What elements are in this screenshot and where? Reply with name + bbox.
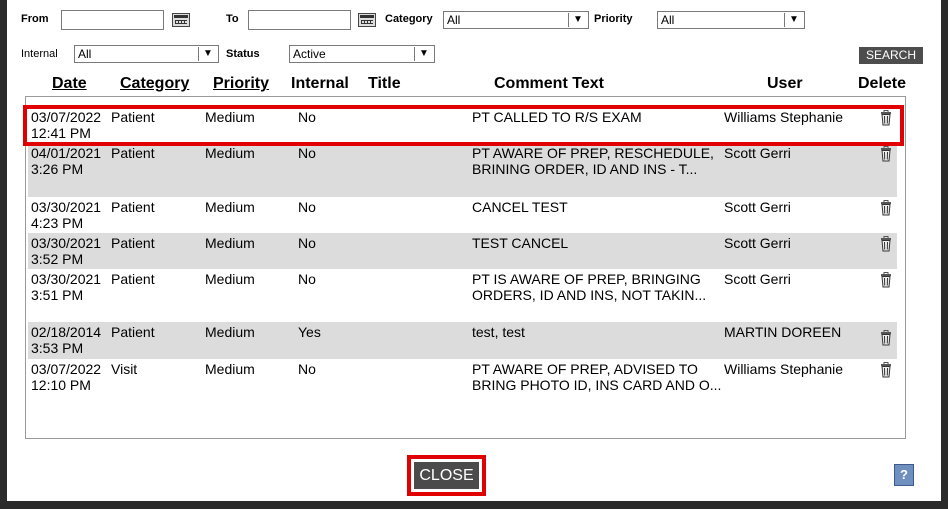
priority-select[interactable]: All ▼ (657, 11, 805, 29)
row-comment: PT AWARE OF PREP, RESCHEDULE, BRINING OR… (472, 145, 714, 177)
from-calendar-icon[interactable] (172, 13, 190, 27)
status-label: Status (226, 48, 260, 60)
priority-label: Priority (594, 13, 633, 25)
row-comment: test, test (472, 324, 525, 340)
row-date: 03/30/2021 3:52 PM (31, 235, 102, 267)
row-category: Patient (111, 199, 155, 215)
column-header-comment: Comment Text (494, 75, 604, 92)
priority-select-value: All (661, 13, 675, 27)
row-priority: Medium (205, 199, 255, 215)
row-internal: No (298, 361, 316, 377)
row-date: 03/30/2021 3:51 PM (31, 271, 102, 303)
row-user: Scott Gerri (724, 271, 791, 287)
trash-icon[interactable] (880, 272, 892, 288)
table-row[interactable]: 03/30/2021 3:51 PM Patient Medium No PT … (28, 269, 897, 322)
to-label: To (226, 13, 239, 25)
to-calendar-icon[interactable] (358, 13, 376, 27)
row-internal: No (298, 235, 316, 251)
row-category: Patient (111, 235, 155, 251)
trash-icon[interactable] (880, 330, 892, 346)
category-select-value: All (447, 13, 461, 27)
search-button[interactable]: SEARCH (859, 47, 923, 64)
row-priority: Medium (205, 271, 255, 287)
row-priority: Medium (205, 235, 255, 251)
table-row[interactable]: 03/30/2021 3:52 PM Patient Medium No TES… (28, 233, 897, 269)
row-category: Patient (111, 145, 155, 161)
chevron-down-icon: ▼ (568, 13, 587, 27)
row-category: Patient (111, 271, 155, 287)
window-frame-left (0, 0, 7, 509)
window-frame-right (941, 0, 948, 509)
chevron-down-icon: ▼ (414, 47, 433, 61)
window-frame-bottom (0, 501, 948, 509)
row-internal: No (298, 271, 316, 287)
row-comment: TEST CANCEL (472, 235, 569, 251)
row-priority: Medium (205, 361, 255, 377)
trash-icon[interactable] (880, 236, 892, 252)
row-comment: PT AWARE OF PREP, ADVISED TO BRING PHOTO… (472, 361, 722, 393)
trash-icon[interactable] (880, 146, 892, 162)
row-user: Williams Stephanie (724, 361, 844, 377)
column-header-category[interactable]: Category (120, 75, 189, 93)
row-priority: Medium (205, 324, 255, 340)
category-label: Category (385, 13, 433, 25)
row-date: 03/07/2022 12:10 PM (31, 361, 102, 393)
row-user: Scott Gerri (724, 199, 791, 215)
trash-icon[interactable] (880, 200, 892, 216)
chevron-down-icon: ▼ (784, 13, 803, 27)
status-select-value: Active (293, 47, 326, 61)
to-date-input[interactable] (248, 10, 351, 30)
from-date-input[interactable] (61, 10, 164, 30)
row-user: Scott Gerri (724, 145, 791, 161)
internal-select-value: All (78, 47, 92, 61)
column-header-priority[interactable]: Priority (213, 75, 269, 93)
column-header-user: User (767, 75, 803, 92)
internal-select[interactable]: All ▼ (74, 45, 219, 63)
row-internal: No (298, 199, 316, 215)
from-label: From (21, 13, 49, 25)
row-internal: No (298, 145, 316, 161)
row-date: 02/18/2014 3:53 PM (31, 324, 102, 356)
table-row[interactable]: 03/30/2021 4:23 PM Patient Medium No CAN… (28, 197, 897, 233)
close-button[interactable]: CLOSE (414, 462, 479, 489)
category-select[interactable]: All ▼ (443, 11, 589, 29)
trash-icon[interactable] (880, 362, 892, 378)
row-date: 03/30/2021 4:23 PM (31, 199, 102, 231)
row-category: Patient (111, 324, 155, 340)
row-category: Visit (111, 361, 138, 377)
table-row[interactable]: 03/07/2022 12:10 PM Visit Medium No PT A… (28, 359, 897, 412)
row-user: MARTIN DOREEN (724, 324, 842, 340)
column-header-title: Title (368, 75, 401, 92)
row-priority: Medium (205, 145, 255, 161)
row-date: 04/01/2021 3:26 PM (31, 145, 102, 177)
column-header-internal: Internal (291, 75, 349, 92)
column-header-delete: Delete (858, 75, 907, 92)
status-select[interactable]: Active ▼ (289, 45, 435, 63)
row-internal: Yes (298, 324, 321, 340)
table-row[interactable]: 04/01/2021 3:26 PM Patient Medium No PT … (28, 143, 897, 197)
table-row[interactable]: 02/18/2014 3:53 PM Patient Medium Yes te… (28, 322, 897, 359)
close-highlight: CLOSE (407, 455, 486, 496)
internal-label: Internal (21, 48, 58, 60)
help-icon[interactable]: ? (894, 464, 914, 486)
row-user: Scott Gerri (724, 235, 791, 251)
highlight-box (23, 105, 904, 146)
row-comment: CANCEL TEST (472, 199, 568, 215)
column-header-date[interactable]: Date (52, 75, 87, 93)
chevron-down-icon: ▼ (198, 47, 217, 61)
row-comment: PT IS AWARE OF PREP, BRINGING ORDERS, ID… (472, 271, 707, 303)
